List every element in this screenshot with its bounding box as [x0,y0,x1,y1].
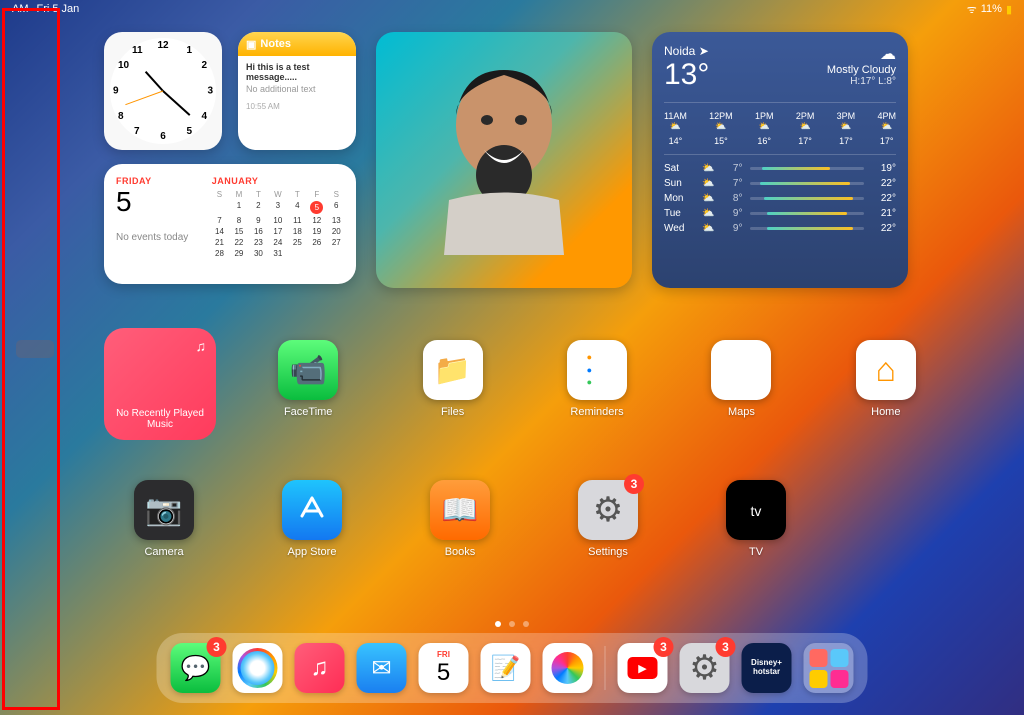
status-bar: AM Fri 5 Jan ᯤ 11% ▮ [0,0,1024,18]
notes-title: Notes [260,38,291,50]
weather-hourly: 11AM⛅14°12PM⛅15°1PM⛅16°2PM⛅17°3PM⛅17°4PM… [664,102,896,146]
folder-icon: ▣ [246,38,256,51]
app-files[interactable]: 📁Files [404,340,500,418]
app-row-1: 📹FaceTime 📁Files ● ──● ──● ──Reminders 🗺Map… [260,340,934,418]
weather-location: Noida [664,44,695,58]
app-label: Home [871,406,900,418]
music-widget[interactable]: ♫ No Recently Played Music [104,328,216,440]
app-label: Reminders [570,406,623,418]
cloud-icon: ☁ [827,44,896,64]
app-label: Files [441,406,464,418]
badge: 3 [654,637,674,657]
notes-subtitle: No additional text [246,84,348,94]
battery-icon: ▮ [1006,3,1012,16]
app-label: App Store [288,546,337,558]
music-note-icon: ♫ [196,338,207,354]
calendar-day-number: 5 [116,186,212,218]
app-camera[interactable]: 📷Camera [120,480,208,558]
app-tv[interactable]: tvTV [712,480,800,558]
photos-widget[interactable] [376,32,632,288]
person-photo [424,55,584,255]
badge: 3 [716,637,736,657]
weather-hilo: H:17° L:8° [827,76,896,87]
badge: 3 [624,474,644,494]
app-books[interactable]: 📖Books [416,480,504,558]
weather-condition: Mostly Cloudy [827,64,896,76]
notes-message: Hi this is a test message..... [246,62,348,82]
app-label: TV [749,546,763,558]
dock-separator [605,646,606,690]
app-facetime[interactable]: 📹FaceTime [260,340,356,418]
notes-timestamp: 10:55 AM [246,102,348,111]
page-indicator[interactable] [495,621,529,627]
dock: 💬3♫✉FRI5📝▶3⚙3Disney+hotstar [157,633,868,703]
app-label: Camera [144,546,183,558]
music-text: No Recently Played Music [114,408,206,430]
app-reminders[interactable]: ● ──● ──● ──Reminders [549,340,645,418]
app-app-store[interactable]: App Store [268,480,356,558]
notes-widget[interactable]: ▣ Notes Hi this is a test message..... No… [238,32,356,150]
app-label: Maps [728,406,755,418]
app-label: Settings [588,546,628,558]
app-label: FaceTime [284,406,333,418]
calendar-events: No events today [116,232,212,243]
app-row-2: 📷Camera App Store 📖Books ⚙3Settings tvTV [120,480,800,558]
calendar-grid: SMTWTFS123456789101112131415161718192021… [212,190,344,258]
app-maps[interactable]: 🗺Maps [693,340,789,418]
weather-temperature: 13° [664,58,709,92]
app-home[interactable]: ⌂Home [838,340,934,418]
weather-daily: Sat⛅7°19°Sun⛅7°22°Mon⛅8°22°Tue⛅9°21°Wed⛅… [664,154,896,236]
calendar-day-label: FRIDAY [116,176,212,186]
app-label: Books [445,546,476,558]
annotation-box [2,8,60,710]
weather-widget[interactable]: Noida ➤ 13° ☁ Mostly Cloudy H:17° L:8° 1… [652,32,908,288]
location-icon: ➤ [699,44,709,58]
app-settings[interactable]: ⚙3Settings [564,480,652,558]
badge: 3 [207,637,227,657]
calendar-widget[interactable]: FRIDAY 5 No events today JANUARY SMTWTFS… [104,164,356,284]
clock-widget[interactable]: 12 3 6 9 1 2 4 5 7 8 10 11 [104,32,222,150]
battery-percent: 11% [981,3,1002,15]
wifi-icon: ᯤ [967,2,977,17]
calendar-month: JANUARY [212,176,344,186]
